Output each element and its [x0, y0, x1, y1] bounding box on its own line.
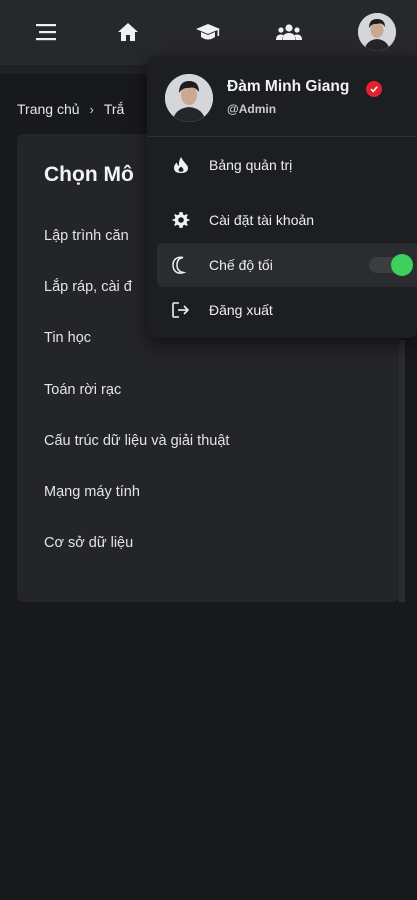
profile-name: Đàm Minh Giang — [227, 78, 350, 95]
verified-badge-icon — [366, 81, 382, 97]
hamburger-menu-icon[interactable] — [28, 14, 64, 50]
moon-icon — [171, 255, 191, 275]
menu-item-label: Bảng quản trị — [209, 157, 293, 173]
subject-item[interactable]: Lập trình căn — [44, 228, 129, 244]
profile-handle: @Admin — [227, 102, 277, 116]
menu-item-logout[interactable]: Đăng xuất — [157, 288, 417, 332]
gear-icon — [171, 210, 191, 230]
menu-item-admin-dashboard[interactable]: Bảng quản trị — [157, 143, 417, 187]
subject-item[interactable]: Mạng máy tính — [44, 484, 140, 500]
scrollbar-track[interactable] — [399, 340, 405, 602]
breadcrumb-current[interactable]: Trắ — [104, 101, 124, 117]
user-avatar[interactable] — [358, 13, 396, 51]
subject-item[interactable]: Lắp ráp, cài đ — [44, 279, 132, 295]
breadcrumb-separator: › — [89, 101, 94, 117]
breadcrumb: Trang chủ › Trắ — [17, 101, 124, 117]
menu-item-label: Chế độ tối — [209, 257, 273, 273]
fire-icon — [171, 155, 191, 175]
subject-item[interactable]: Cơ sở dữ liệu — [44, 535, 133, 551]
users-icon[interactable] — [271, 14, 307, 50]
breadcrumb-home-link[interactable]: Trang chủ — [17, 101, 80, 117]
menu-item-label: Đăng xuất — [209, 302, 273, 318]
menu-item-account-settings[interactable]: Cài đặt tài khoản — [157, 198, 417, 242]
profile-avatar — [165, 74, 213, 122]
menu-item-label: Cài đặt tài khoản — [209, 212, 315, 228]
logout-icon — [171, 300, 191, 320]
subject-item[interactable]: Cấu trúc dữ liệu và giải thuật — [44, 433, 229, 449]
profile-dropdown: Đàm Minh Giang @Admin Bảng quản trị Cài … — [147, 56, 417, 338]
dark-mode-toggle[interactable] — [369, 254, 413, 276]
subject-item[interactable]: Toán rời rạc — [44, 382, 121, 398]
graduation-cap-icon[interactable] — [190, 14, 226, 50]
menu-item-dark-mode[interactable]: Chế độ tối — [157, 243, 417, 287]
home-icon[interactable] — [110, 14, 146, 50]
subject-item[interactable]: Tin học — [44, 330, 91, 346]
dropdown-divider — [147, 136, 417, 137]
card-title: Chọn Mô — [44, 163, 134, 186]
toggle-knob — [391, 254, 413, 276]
